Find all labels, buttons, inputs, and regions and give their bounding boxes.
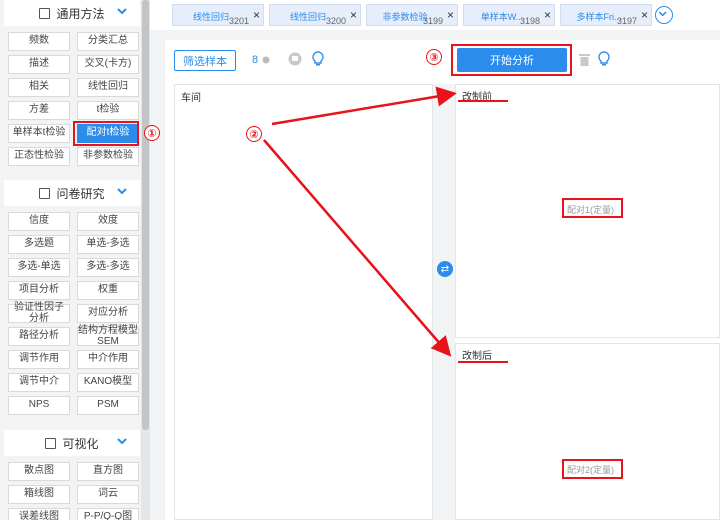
arrow-to-pair1 [271,86,457,126]
arrow-to-pair2 [263,139,452,357]
annotation-arrows [263,86,457,357]
